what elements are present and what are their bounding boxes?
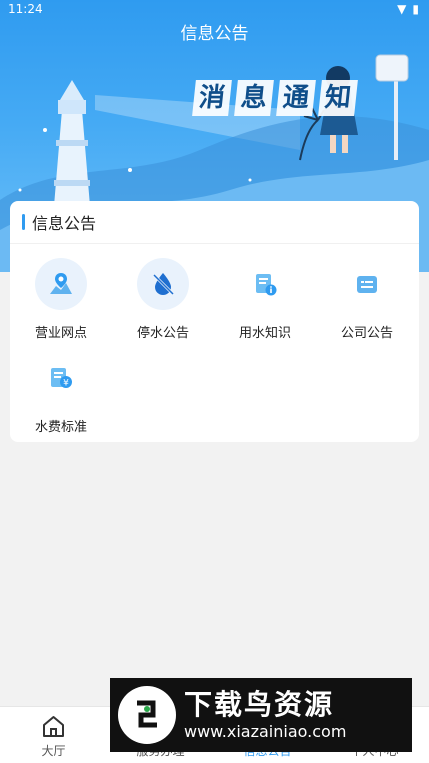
- fee-standard-icon: ¥: [35, 352, 87, 404]
- menu-item-label: 水费标准: [34, 420, 87, 435]
- water-off-icon: [137, 258, 189, 310]
- watermark-overlay: 下载鸟资源 www.xiazainiao.com: [110, 678, 412, 752]
- tab-label: 大厅: [41, 744, 66, 758]
- watermark-url: www.xiazainiao.com: [184, 722, 347, 741]
- svg-text:¥: ¥: [63, 379, 69, 389]
- watermark-title: 下载鸟资源: [184, 688, 335, 721]
- notice-board-icon: [341, 258, 393, 310]
- banner-char: 消: [192, 80, 232, 116]
- banner-char: 息: [234, 80, 274, 116]
- watermark-text: 下载鸟资源 www.xiazainiao.com: [184, 688, 346, 742]
- menu-item-water-fee[interactable]: ¥ 水费标准: [10, 352, 112, 442]
- knowledge-doc-icon: [239, 258, 291, 310]
- status-time: 11:24: [8, 2, 43, 16]
- menu-item-label: 停水公告: [136, 326, 189, 341]
- battery-icon: ▮: [412, 2, 419, 16]
- bird-logo-icon: [118, 686, 176, 744]
- menu-item-company-notice[interactable]: 公司公告: [316, 258, 418, 348]
- menu-item-business-outlets[interactable]: 营业网点: [10, 258, 112, 348]
- map-pin-icon: [35, 258, 87, 310]
- menu-item-label: 用水知识: [238, 326, 291, 341]
- tab-hall[interactable]: 大厅: [0, 707, 107, 763]
- status-icons: ▼ ▮: [397, 2, 419, 16]
- wifi-icon: ▼: [397, 2, 407, 16]
- menu-item-label: 公司公告: [340, 326, 393, 341]
- banner-title: 消 息 通 知: [192, 80, 358, 116]
- banner-char: 知: [318, 80, 358, 116]
- menu-item-label: 营业网点: [34, 326, 87, 341]
- banner-char: 通: [276, 80, 316, 116]
- menu-item-water-knowledge[interactable]: 用水知识: [214, 258, 316, 348]
- card-accent-bar: [22, 214, 25, 230]
- home-icon: [43, 716, 64, 737]
- status-bar: 11:24 ▼ ▮: [0, 0, 429, 20]
- card-header: 信息公告: [10, 201, 419, 244]
- card-title: 信息公告: [32, 214, 97, 233]
- notice-card: 信息公告 营业网点 停水公告 用水知识 公司公告 ¥ 水费标准: [10, 201, 419, 442]
- menu-item-water-outage[interactable]: 停水公告: [112, 258, 214, 348]
